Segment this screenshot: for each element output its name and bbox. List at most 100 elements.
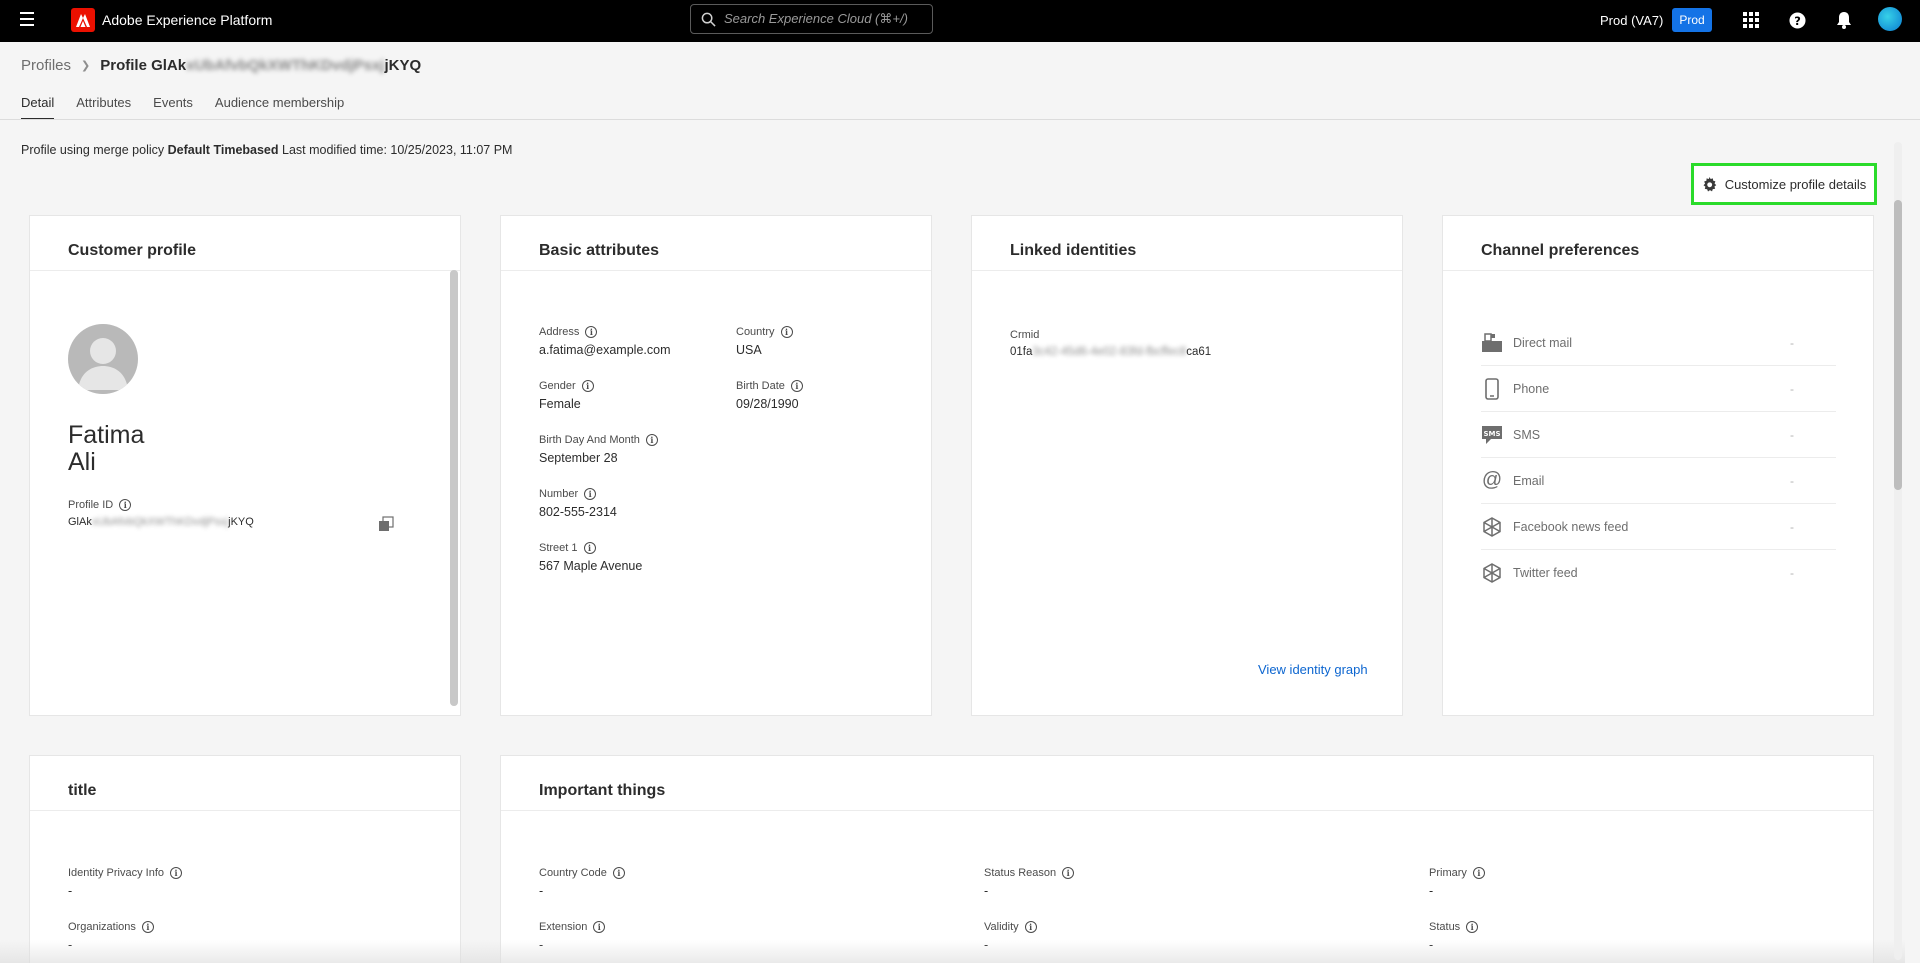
sms-icon: SMS xyxy=(1481,424,1503,446)
info-icon[interactable]: i xyxy=(584,488,597,500)
field-label-text: Organizations xyxy=(68,921,136,933)
info-icon[interactable]: i xyxy=(593,921,606,933)
profile-last-name: Ali xyxy=(68,448,96,476)
app-title[interactable]: Adobe Experience Platform xyxy=(102,12,272,28)
channel-sms: SMS SMS - xyxy=(1481,412,1836,458)
view-identity-graph-link[interactable]: View identity graph xyxy=(1258,662,1368,677)
info-icon[interactable]: i xyxy=(170,867,182,879)
breadcrumb-current-prefix: Profile GlAk xyxy=(100,57,187,74)
tab-audience-membership[interactable]: Audience membership xyxy=(215,95,344,120)
channel-value: - xyxy=(1790,566,1794,580)
field-label: Validity i xyxy=(984,921,1037,933)
field-label: Extension i xyxy=(539,921,606,933)
tab-attributes[interactable]: Attributes xyxy=(76,95,131,120)
info-icon[interactable]: i xyxy=(612,867,625,879)
at-sign-icon: @ xyxy=(1481,469,1503,491)
merge-policy-info: Profile using merge policy Default Timeb… xyxy=(21,143,512,157)
sandbox-badge[interactable]: Prod xyxy=(1672,8,1712,32)
field-value: 802-555-2314 xyxy=(539,505,617,519)
gear-icon xyxy=(1703,176,1716,191)
field-status-reason: Status Reason i - xyxy=(984,867,1075,898)
card-divider xyxy=(501,270,931,271)
profile-id-prefix: GlAk xyxy=(68,516,92,528)
field-label-text: Status Reason xyxy=(984,867,1057,879)
card-divider xyxy=(501,810,1873,811)
linked-identities-title: Linked identities xyxy=(1010,242,1137,259)
identity-suffix: ca61 xyxy=(1186,346,1212,358)
info-icon[interactable]: i xyxy=(790,380,803,392)
field-birth-date: Birth Date i 09/28/1990 xyxy=(736,380,803,411)
channel-value: - xyxy=(1790,473,1794,488)
profile-id-suffix: jKYQ xyxy=(228,516,254,528)
org-switcher[interactable]: Prod (VA7) xyxy=(1600,13,1663,28)
profile-full-name: Fatima Ali xyxy=(68,422,144,476)
field-label: Birth Day And Month i xyxy=(539,434,658,446)
info-icon[interactable]: i xyxy=(1062,867,1075,879)
bottom-fade xyxy=(0,940,1905,963)
field-value: 567 Maple Avenue xyxy=(539,559,643,573)
field-value: Female xyxy=(539,397,581,411)
tab-detail[interactable]: Detail xyxy=(21,95,55,120)
merge-policy-prefix: Profile using merge policy xyxy=(21,143,168,157)
apps-grid-icon[interactable] xyxy=(1741,10,1761,30)
channel-label: Twitter feed xyxy=(1513,566,1578,580)
info-icon[interactable]: i xyxy=(119,499,132,511)
info-icon[interactable]: i xyxy=(581,380,594,392)
chevron-right-icon: ❯ xyxy=(81,60,91,72)
user-avatar[interactable] xyxy=(1878,7,1902,31)
help-icon[interactable]: ? xyxy=(1787,10,1807,30)
field-label-text: Street 1 xyxy=(539,542,578,554)
field-number: Number i 802-555-2314 xyxy=(539,488,617,519)
field-label-text: Validity xyxy=(984,921,1019,933)
notifications-bell-icon[interactable] xyxy=(1834,10,1854,30)
page-scrollbar-thumb[interactable] xyxy=(1894,200,1902,490)
channel-email: @ Email - xyxy=(1481,458,1836,504)
search-input[interactable]: Search Experience Cloud (⌘+/) xyxy=(690,4,933,34)
field-value: September 28 xyxy=(539,451,618,465)
field-value: USA xyxy=(736,343,762,357)
basic-attributes-title: Basic attributes xyxy=(539,242,660,259)
tab-events[interactable]: Events xyxy=(153,95,193,120)
field-label-text: Status xyxy=(1429,921,1461,933)
channel-value: - xyxy=(1790,427,1794,442)
breadcrumb-current: Profile GlAkxUbAfvbQkXWThKDvdjPsxjjKYQ xyxy=(100,57,421,74)
info-icon[interactable]: i xyxy=(780,326,793,338)
info-icon[interactable]: i xyxy=(645,434,658,446)
breadcrumb-profiles-link[interactable]: Profiles xyxy=(21,57,71,74)
info-icon[interactable]: i xyxy=(583,542,596,554)
field-label: Address i xyxy=(539,326,671,338)
search-icon xyxy=(701,12,716,27)
info-icon[interactable]: i xyxy=(1024,921,1037,933)
copy-icon[interactable] xyxy=(378,516,394,537)
channel-label: Facebook news feed xyxy=(1513,519,1629,534)
info-icon[interactable]: i xyxy=(585,326,598,338)
field-country: Country i USA xyxy=(736,326,793,357)
field-label-text: Birth Day And Month xyxy=(539,434,640,446)
field-primary: Primary i - xyxy=(1429,867,1485,898)
card-scrollbar-thumb[interactable] xyxy=(450,270,458,706)
adobe-logo-icon[interactable] xyxy=(71,8,95,32)
identity-namespace: Crmid xyxy=(1010,329,1040,341)
phone-icon xyxy=(1481,377,1503,400)
field-identity-privacy-info: Identity Privacy Info i - xyxy=(68,867,182,898)
tab-bar: Detail Attributes Events Audience member… xyxy=(21,95,366,120)
info-icon[interactable]: i xyxy=(141,921,154,933)
field-label-text: Identity Privacy Info xyxy=(68,867,164,879)
svg-text:SMS: SMS xyxy=(1483,430,1500,438)
field-label-text: Number xyxy=(539,488,579,500)
tab-divider xyxy=(0,119,1920,120)
identity-prefix: 01fa xyxy=(1010,346,1033,358)
svg-text:?: ? xyxy=(1794,13,1801,27)
info-icon[interactable]: i xyxy=(1472,867,1485,879)
card-divider xyxy=(30,270,460,271)
identity-value: 01fa3c42-45d6-4e02-83fd-fbcffec8ca61 xyxy=(1010,346,1211,358)
field-label: Status i xyxy=(1429,921,1479,933)
mailbox-icon xyxy=(1481,332,1503,354)
identity-crmid: Crmid 01fa3c42-45d6-4e02-83fd-fbcffec8ca… xyxy=(1010,329,1211,358)
field-label: Birth Date i xyxy=(736,380,803,392)
field-label-text: Birth Date xyxy=(736,380,785,392)
customize-profile-details-button[interactable]: Customize profile details xyxy=(1691,163,1877,205)
channel-facebook-news-feed: Facebook news feed - xyxy=(1481,504,1836,550)
hamburger-menu-icon[interactable] xyxy=(20,12,34,28)
info-icon[interactable]: i xyxy=(1466,921,1479,933)
